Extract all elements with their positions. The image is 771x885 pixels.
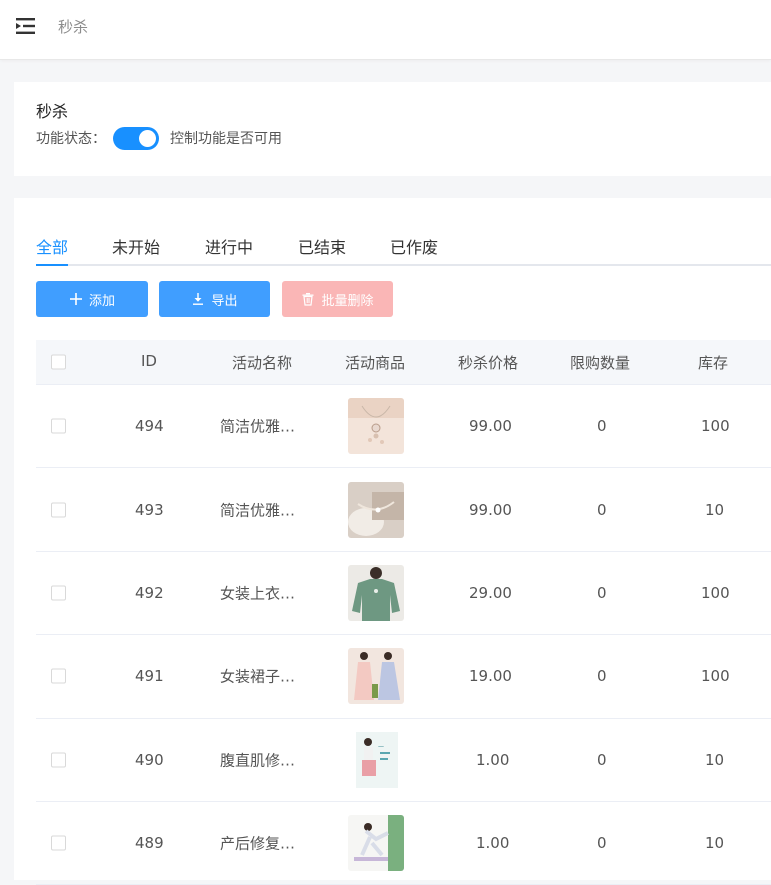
toggle-knob [139,130,156,147]
row-price: 19.00 [469,667,512,686]
add-button[interactable]: 添加 [36,281,148,317]
dress-image[interactable] [348,648,404,705]
tab-in-progress[interactable]: 进行中 [205,234,253,266]
export-button-label: 导出 [211,293,238,309]
row-name: 简洁优雅… [220,417,296,436]
menu-fold-icon[interactable] [16,17,36,35]
header-stock: 库存 [698,354,729,372]
export-button[interactable]: 导出 [159,281,270,317]
row-id: 489 [135,834,164,853]
row-limit: 0 [597,417,607,436]
list-card: 全部 未开始 进行中 已结束 已作废 添加 导出 批量删除 ID 活动名称 活动… [14,198,771,885]
table-row: 490 腹直肌修… — 1.00 0 10 [36,719,771,802]
row-checkbox[interactable] [51,752,66,768]
row-price: 1.00 [476,834,510,853]
row-name: 简洁优雅… [220,501,296,520]
trash-icon [302,293,314,306]
row-name: 女装上衣… [220,584,296,603]
plus-icon [69,293,82,305]
row-stock: 10 [705,834,725,853]
header-price: 秒杀价格 [458,354,519,372]
tab-ended[interactable]: 已结束 [298,234,346,266]
fitness-image[interactable]: — [348,731,404,788]
necklace-image[interactable] [348,398,404,455]
row-stock: 10 [705,750,725,769]
table-row: 491 女装裙子… 19.00 0 100 [36,635,771,719]
batch-delete-label: 批量删除 [321,293,374,309]
row-stock: 100 [701,583,730,602]
tab-voided[interactable]: 已作废 [390,234,438,266]
feature-toggle[interactable] [113,127,159,150]
row-price: 99.00 [469,417,512,436]
row-checkbox[interactable] [51,502,66,518]
seckill-table: ID 活动名称 活动商品 秒杀价格 限购数量 库存 494 简洁优雅… 99.0… [36,340,771,885]
row-limit: 0 [597,667,607,686]
select-all-checkbox[interactable] [51,354,66,370]
table-row: 493 简洁优雅… 99.00 0 10 [36,468,771,552]
tab-all[interactable]: 全部 [36,234,69,266]
status-label: 功能状态： [36,131,106,147]
row-checkbox[interactable] [51,835,66,851]
row-stock: 100 [701,667,730,686]
row-checkbox[interactable] [51,585,66,601]
add-button-label: 添加 [88,293,115,309]
table-row: 489 产后修复… 1.00 0 10 [36,802,771,885]
header-name: 活动名称 [232,354,293,372]
row-limit: 0 [597,500,607,519]
row-price: 29.00 [469,583,512,602]
row-name: 女装裙子… [220,667,296,686]
row-checkbox[interactable] [51,668,66,684]
status-description: 控制功能是否可用 [170,131,282,147]
row-name: 腹直肌修… [220,751,296,770]
row-limit: 0 [597,834,607,853]
row-id: 493 [135,500,164,519]
header-id: ID [141,352,157,370]
row-id: 492 [135,583,164,602]
table-row: 494 简洁优雅… 99.00 0 100 [36,385,771,469]
row-stock: 100 [701,417,730,436]
status-tabs: 全部 未开始 进行中 已结束 已作废 [36,232,771,266]
tab-not-started[interactable]: 未开始 [112,234,160,266]
top-bar: 秒杀 [0,0,771,60]
yoga-image[interactable] [348,815,404,872]
row-price: 1.00 [476,750,510,769]
row-name: 产后修复… [220,834,296,853]
svg-text:—: — [378,743,384,750]
row-id: 491 [135,667,164,686]
row-price: 99.00 [469,500,512,519]
row-id: 494 [135,417,164,436]
row-checkbox[interactable] [51,418,66,434]
header-limit: 限购数量 [570,354,631,372]
bracelet-image[interactable] [348,481,404,538]
table-row: 492 女装上衣… 29.00 0 100 [36,552,771,636]
row-stock: 10 [705,500,725,519]
feature-title: 秒杀 [36,102,69,121]
header-product: 活动商品 [345,354,406,372]
download-icon [193,293,204,305]
batch-delete-button[interactable]: 批量删除 [282,281,393,317]
table-header: ID 活动名称 活动商品 秒杀价格 限购数量 库存 [36,340,771,385]
row-limit: 0 [597,750,607,769]
feature-status-card: 秒杀 功能状态： 控制功能是否可用 [14,82,771,176]
row-id: 490 [135,750,164,769]
sweater-image[interactable] [348,564,404,621]
page-title: 秒杀 [58,18,89,36]
row-limit: 0 [597,583,607,602]
